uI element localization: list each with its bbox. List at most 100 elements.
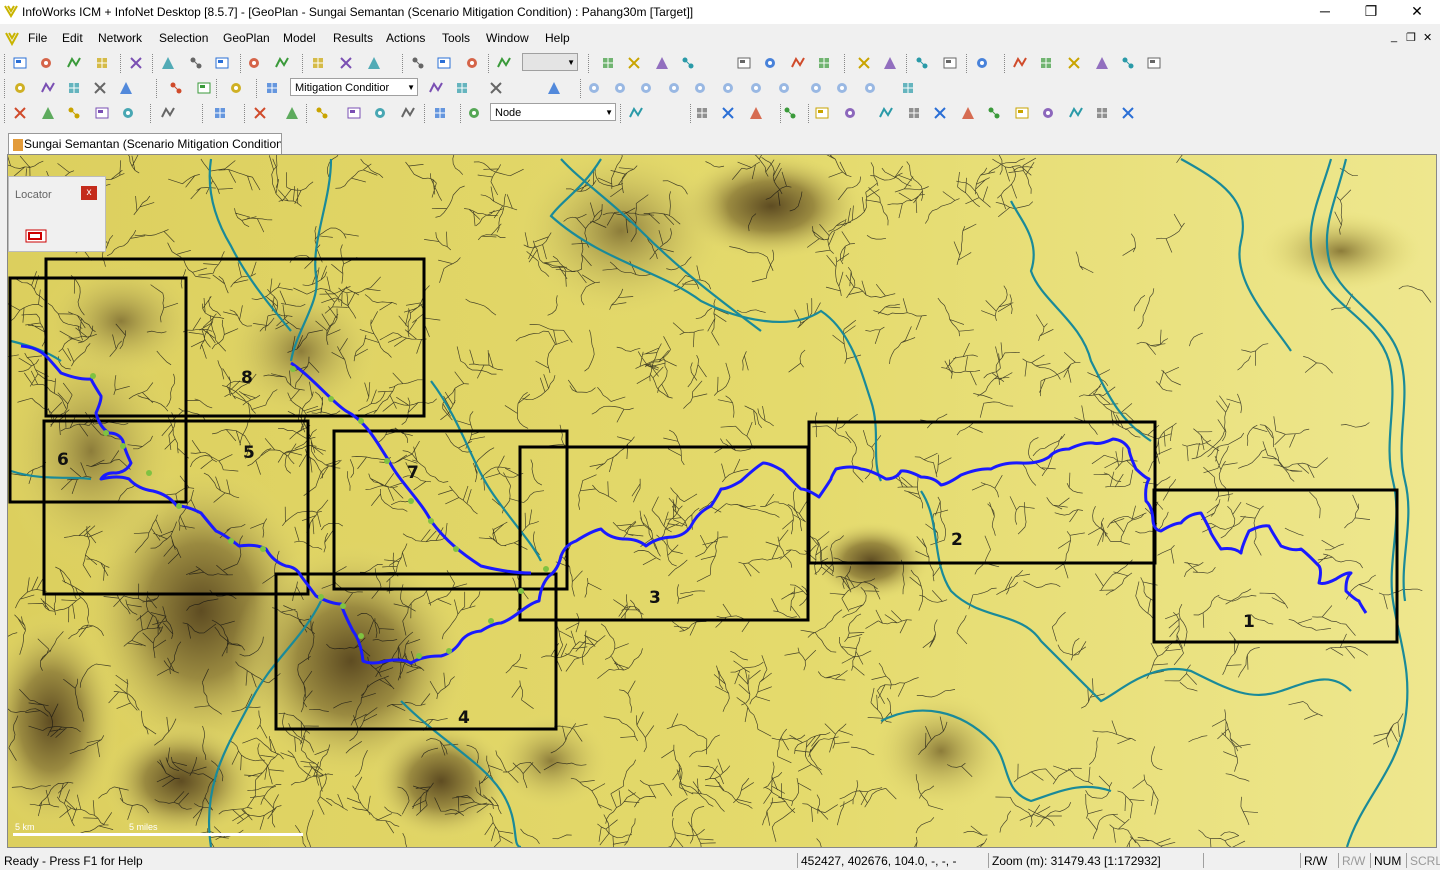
pointer-icon[interactable] <box>252 105 268 121</box>
link-icon[interactable] <box>654 55 670 71</box>
minimize-button[interactable]: ─ <box>1302 0 1348 24</box>
chevron-down-icon[interactable]: ▼ <box>567 54 575 72</box>
river-node[interactable] <box>446 648 452 654</box>
river-node[interactable] <box>318 594 324 600</box>
scenario-combo[interactable]: Mitigation Conditior ▼ <box>290 78 418 96</box>
chevron-down-icon[interactable]: ▼ <box>407 79 415 97</box>
river-node[interactable] <box>228 538 234 544</box>
menu-window[interactable]: Window <box>486 31 529 45</box>
validate-icon[interactable] <box>246 55 262 71</box>
check-icon[interactable] <box>900 80 916 96</box>
annotate-icon[interactable] <box>1068 105 1084 121</box>
object-type-combo[interactable]: Node ▼ <box>490 103 616 121</box>
river-node[interactable] <box>358 633 364 639</box>
flag-icon[interactable] <box>626 55 642 71</box>
save-icon[interactable] <box>160 55 176 71</box>
river-node[interactable] <box>103 430 109 436</box>
geoplan-map[interactable]: 1 2 3 4 5 6 7 8 5 km 5 miles <box>7 154 1437 848</box>
hand-icon[interactable] <box>196 80 212 96</box>
locator-window[interactable]: Locator x <box>8 176 106 252</box>
river-node[interactable] <box>176 503 182 509</box>
locator-close-button[interactable]: x <box>81 186 97 200</box>
delete-link-icon[interactable] <box>906 105 922 121</box>
river-node[interactable] <box>340 603 346 609</box>
scenario-icon[interactable] <box>264 80 280 96</box>
cancel-icon[interactable] <box>212 105 228 121</box>
new-object-icon[interactable] <box>600 55 616 71</box>
play-fast-icon[interactable] <box>692 80 708 96</box>
zoom-fit-icon[interactable] <box>1066 55 1082 71</box>
river-node[interactable] <box>290 366 296 372</box>
profile-icon[interactable] <box>856 55 872 71</box>
zoom-out-icon[interactable] <box>748 105 764 121</box>
node-type-icon[interactable] <box>432 105 448 121</box>
select-tree-icon[interactable] <box>120 105 136 121</box>
database-icon[interactable] <box>66 80 82 96</box>
sql-icon[interactable] <box>12 105 28 121</box>
edit-icon[interactable] <box>40 80 56 96</box>
redo-icon[interactable] <box>338 55 354 71</box>
scenario-compare-icon[interactable] <box>488 80 504 96</box>
chevron-down-icon[interactable]: ▼ <box>605 104 613 122</box>
rename-icon[interactable] <box>454 80 470 96</box>
arrow-icon[interactable] <box>1120 55 1136 71</box>
loop-icon[interactable] <box>748 80 764 96</box>
pause-icon[interactable] <box>638 80 654 96</box>
river-node[interactable] <box>328 396 334 402</box>
binoculars-icon[interactable] <box>814 105 830 121</box>
layers-icon[interactable] <box>986 105 1002 121</box>
properties-icon[interactable] <box>628 105 644 121</box>
forward-icon[interactable] <box>776 80 792 96</box>
mdi-close-button[interactable]: ✕ <box>1423 31 1432 44</box>
new-network-icon[interactable] <box>12 55 28 71</box>
menu-network[interactable]: Network <box>98 31 142 45</box>
select-link-icon[interactable] <box>66 105 82 121</box>
stop-icon[interactable] <box>720 80 736 96</box>
river-node[interactable] <box>358 418 364 424</box>
zoom-in-icon[interactable] <box>720 105 736 121</box>
report-icon[interactable] <box>762 55 778 71</box>
scale-icon[interactable] <box>372 105 388 121</box>
export-icon[interactable] <box>188 55 204 71</box>
theme-icon[interactable] <box>974 55 990 71</box>
map-canvas[interactable]: 1 2 3 4 5 6 7 8 5 km 5 miles <box>8 155 1436 847</box>
menu-actions[interactable]: Actions <box>386 31 425 45</box>
river-node[interactable] <box>416 653 422 659</box>
copy-icon[interactable] <box>436 55 452 71</box>
ruler-icon[interactable] <box>400 105 416 121</box>
label-icon[interactable] <box>1040 105 1056 121</box>
globe-icon[interactable] <box>466 105 482 121</box>
river-node[interactable] <box>518 588 524 594</box>
scenario-map-icon[interactable] <box>546 80 562 96</box>
network-icon[interactable] <box>12 80 28 96</box>
play-first-icon[interactable] <box>586 80 602 96</box>
refresh-icon[interactable] <box>366 55 382 71</box>
layers-icon[interactable] <box>942 55 958 71</box>
import-icon[interactable] <box>214 55 230 71</box>
paste-icon[interactable] <box>464 55 480 71</box>
shape-icon[interactable] <box>314 105 330 121</box>
trace-icon[interactable] <box>346 105 362 121</box>
mdi-minimize-button[interactable]: _ <box>1391 31 1397 43</box>
table-icon[interactable] <box>228 80 244 96</box>
commit-icon[interactable] <box>66 55 82 71</box>
help-icon[interactable] <box>274 55 290 71</box>
river-node[interactable] <box>384 458 390 464</box>
river-node[interactable] <box>120 443 126 449</box>
play-back-icon[interactable] <box>612 80 628 96</box>
grid-icon[interactable] <box>40 105 56 121</box>
geoplan-document-tab[interactable]: Sungai Semantan (Scenario Mitigation Con… <box>8 133 282 154</box>
node-tool-icon[interactable] <box>736 55 752 71</box>
grid-icon[interactable] <box>914 55 930 71</box>
river-node[interactable] <box>488 618 494 624</box>
clock-icon[interactable] <box>808 80 824 96</box>
river-node[interactable] <box>453 546 459 552</box>
menu-geoplan[interactable]: GeoPlan <box>223 31 270 45</box>
river-node[interactable] <box>408 498 414 504</box>
draw-icon[interactable] <box>496 55 512 71</box>
cross-section-icon[interactable] <box>1038 55 1054 71</box>
menu-model[interactable]: Model <box>283 31 316 45</box>
table-icon[interactable] <box>882 55 898 71</box>
maximize-button[interactable]: ❐ <box>1348 0 1394 24</box>
print-icon[interactable] <box>128 55 144 71</box>
